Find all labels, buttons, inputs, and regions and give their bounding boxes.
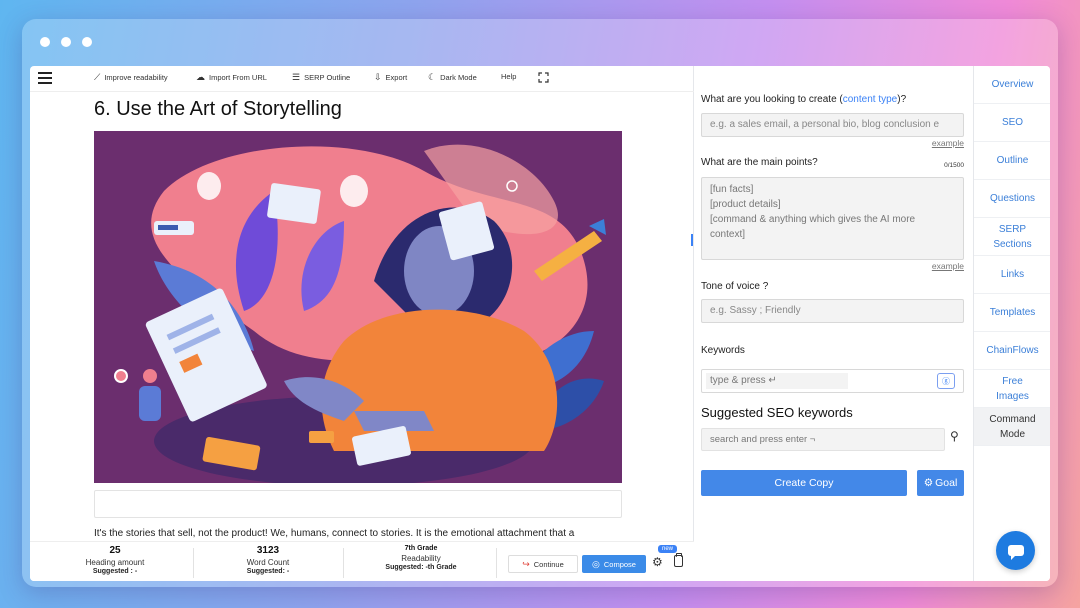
menu-icon[interactable]: [38, 72, 52, 84]
keywords-box: type & press ↵ ⓖ: [701, 369, 964, 393]
compose-button[interactable]: ◎ Compose: [582, 555, 646, 573]
dark-mode-button[interactable]: ☾ Dark Mode: [428, 72, 477, 83]
editor-content: 6. Use the Art of Storytelling: [94, 98, 622, 121]
serp-outline-button[interactable]: ☰ SERP Outline: [292, 72, 350, 83]
export-icon: ⇩: [374, 72, 382, 82]
nav-item-seo[interactable]: SEO: [974, 104, 1050, 142]
create-copy-button[interactable]: Create Copy: [701, 470, 907, 496]
nav-item-serp-sections[interactable]: SERP Sections: [974, 218, 1050, 256]
keywords-label: Keywords: [701, 345, 745, 356]
tone-label: Tone of voice ?: [701, 281, 769, 292]
window-controls: [40, 37, 92, 47]
compose-icon: ◎: [592, 558, 600, 569]
cloud-upload-icon: ☁: [196, 72, 205, 82]
seo-keywords-title: Suggested SEO keywords: [701, 405, 853, 420]
gear-icon[interactable]: ⚙: [652, 555, 663, 569]
stat-heading-amount: 25 Heading amount Suggested : -: [85, 545, 145, 575]
ai-form-panel: What are you looking to create (content …: [695, 66, 973, 581]
stat-divider: [496, 548, 497, 578]
nav-item-questions[interactable]: Questions: [974, 180, 1050, 218]
window-dot-close[interactable]: [40, 37, 50, 47]
nav-item-chainflows[interactable]: ChainFlows: [974, 332, 1050, 370]
new-badge: new: [658, 545, 678, 553]
content-type-input[interactable]: e.g. a sales email, a personal bio, blog…: [701, 113, 964, 137]
window-dot-minimize[interactable]: [61, 37, 71, 47]
fullscreen-icon: [538, 72, 549, 83]
nav-item-outline[interactable]: Outline: [974, 142, 1050, 180]
nav-item-overview[interactable]: Overview: [974, 66, 1050, 104]
keywords-input[interactable]: type & press ↵: [706, 373, 848, 389]
editor-toolbar: ⟋ Improve readability ☁ Import From URL …: [30, 66, 694, 92]
main-points-counter: 0/1500: [944, 162, 964, 169]
tone-input[interactable]: e.g. Sassy ; Friendly: [701, 299, 964, 323]
list-icon: ☰: [292, 72, 301, 82]
trend-icon: ⟋: [94, 72, 101, 82]
content-type-label: What are you looking to create (content …: [701, 94, 907, 105]
main-points-textarea[interactable]: [fun facts] [product details] [command &…: [701, 177, 964, 260]
app-window: ⟋ Improve readability ☁ Import From URL …: [22, 19, 1058, 587]
stat-readability: 7th Grade Readability Suggested: -th Gra…: [385, 545, 457, 571]
nav-item-command-mode[interactable]: Command Mode: [974, 408, 1050, 446]
continue-icon: ↪: [522, 558, 530, 569]
body-paragraph[interactable]: It's the stories that sell, not the prod…: [94, 528, 634, 539]
chat-icon: [1007, 545, 1024, 560]
nav-item-free-images[interactable]: Free Images: [974, 370, 1050, 408]
right-nav: Overview SEO Outline Questions SERP Sect…: [973, 66, 1050, 581]
window-dot-maximize[interactable]: [82, 37, 92, 47]
image-caption-field[interactable]: [94, 490, 622, 518]
gear-icon: ⚙: [923, 477, 934, 489]
chat-button[interactable]: [996, 531, 1035, 570]
app-content: ⟋ Improve readability ☁ Import From URL …: [30, 66, 1050, 581]
continue-button[interactable]: ↪ Continue: [508, 555, 578, 573]
section-heading[interactable]: 6. Use the Art of Storytelling: [94, 98, 622, 121]
nav-item-templates[interactable]: Templates: [974, 294, 1050, 332]
fullscreen-button[interactable]: [538, 72, 549, 83]
illustration-graphic: [94, 131, 622, 483]
import-url-button[interactable]: ☁ Import From URL: [196, 72, 267, 83]
keyword-suggest-icon[interactable]: ⓖ: [937, 373, 955, 389]
scroll-indicator[interactable]: [691, 234, 693, 246]
nav-item-links[interactable]: Links: [974, 256, 1050, 294]
seo-search-input[interactable]: search and press enter ¬: [701, 428, 945, 451]
editor-pane: ⟋ Improve readability ☁ Import From URL …: [30, 66, 694, 581]
main-points-label: What are the main points?: [701, 157, 818, 168]
content-type-example-link[interactable]: example: [932, 138, 964, 148]
stat-word-count: 3123 Word Count Suggested: -: [246, 545, 290, 575]
clipboard-icon[interactable]: [674, 553, 683, 567]
stat-divider: [343, 548, 344, 578]
main-points-example-link[interactable]: example: [932, 261, 964, 271]
export-button[interactable]: ⇩ Export: [374, 72, 407, 83]
search-icon[interactable]: ⚲: [950, 429, 959, 443]
help-button[interactable]: Help: [501, 72, 516, 81]
moon-icon: ☾: [428, 72, 437, 82]
goal-button[interactable]: ⚙ Goal: [917, 470, 964, 496]
improve-readability-button[interactable]: ⟋ Improve readability: [94, 72, 168, 83]
storytelling-illustration[interactable]: [94, 131, 622, 483]
